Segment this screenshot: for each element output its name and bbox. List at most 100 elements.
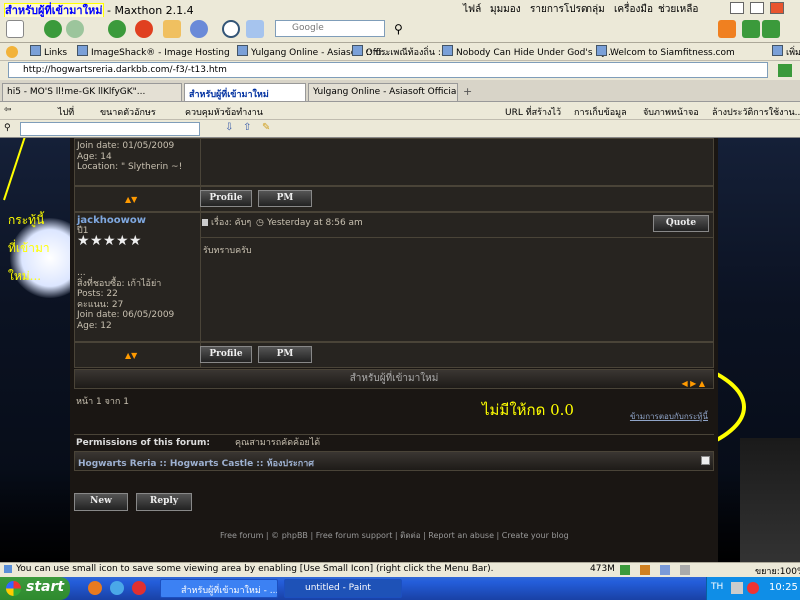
favorites-icon[interactable] — [6, 46, 18, 58]
quicklaunch-player-icon[interactable] — [132, 581, 146, 595]
pm-button[interactable]: PM — [258, 190, 312, 207]
language-indicator[interactable]: TH — [711, 582, 723, 592]
back-small-icon[interactable]: ⇦ — [4, 105, 12, 115]
download-icon[interactable] — [620, 565, 630, 575]
saved-url-button[interactable]: URL ที่สร้างไว้ — [505, 105, 561, 119]
menu-group[interactable]: กลุ่ม — [586, 2, 605, 17]
post1-profile: Join date: 01/05/2009 Age: 14 Location: … — [77, 141, 182, 173]
go-icon[interactable] — [778, 64, 792, 77]
post2-username[interactable]: jackhoowow — [77, 215, 146, 226]
pm-button[interactable]: PM — [258, 346, 312, 363]
menu-tools[interactable]: เครื่องมือ — [614, 2, 653, 17]
collapse-icon[interactable] — [701, 456, 710, 465]
maximize-button[interactable] — [750, 2, 764, 14]
nav-forward-green-icon[interactable] — [762, 20, 780, 38]
goto-button[interactable]: ไปที่ — [58, 105, 74, 119]
undo-close-icon[interactable] — [190, 20, 208, 38]
post-2: jackhoowow ปี1 ★★★★★ ... สิ่งที่ชอบซื้อ:… — [74, 212, 714, 342]
popup-block-icon[interactable] — [640, 565, 650, 575]
quote-button[interactable]: Quote — [653, 215, 709, 232]
menu-file[interactable]: ไฟล์ — [463, 2, 481, 17]
menu-favorites[interactable]: รายการโปรด — [530, 2, 587, 17]
footer-link[interactable]: Report an abuse — [428, 531, 494, 540]
footer-link[interactable]: Free forum — [220, 531, 263, 540]
taskbar-item-maxthon[interactable]: สำหรับผู้ที่เข้ามาใหม่ - ... — [160, 579, 278, 598]
forward-icon[interactable] — [66, 20, 84, 38]
profile-button[interactable]: Profile — [200, 190, 252, 207]
data-save-button[interactable]: การเก็บข้อมูล — [574, 105, 627, 119]
new-topic-button[interactable]: New — [74, 493, 128, 511]
links-label[interactable]: Links — [30, 45, 67, 58]
find-bar: ⚲ ⇩ ⇧ ✎ — [0, 120, 800, 138]
link-tradition[interactable]: :: ประเพณีท้องถิ่น :: — [352, 45, 444, 59]
main-toolbar: Google ⚲ — [0, 17, 800, 43]
url-input[interactable]: http://hogwartsreria.darkbb.com/-f3/-t13… — [8, 62, 768, 78]
add-link[interactable]: เพิ่ม — [772, 45, 800, 59]
link-siamfitness[interactable]: Welcom to Siamfitness.com — [596, 45, 735, 58]
font-size-button[interactable]: ขนาดตัวอักษร — [100, 105, 156, 119]
link-nobody[interactable]: Nobody Can Hide Under God's Ey... — [442, 45, 614, 58]
settings-icon[interactable] — [680, 565, 690, 575]
find-input[interactable] — [20, 122, 200, 136]
window-titlebar[interactable]: สำหรับผู้ที่เข้ามาใหม่ - Maxthon 2.1.4 ไ… — [0, 0, 800, 18]
screenshot-button[interactable]: จับภาพหน้าจอ — [643, 105, 699, 119]
reply-button[interactable]: Reply — [136, 493, 192, 511]
nav-arrows-icon[interactable]: ◀ ▶ ▲ — [681, 375, 705, 393]
screen-icon[interactable] — [246, 20, 264, 38]
breadcrumb[interactable]: Hogwarts Reria :: Hogwarts Castle :: ห้อ… — [78, 456, 314, 470]
category-bar: สำหรับผู้ที่เข้ามาใหม่ ◀ ▶ ▲ — [74, 369, 714, 389]
home-icon[interactable] — [163, 20, 181, 38]
new-tab-icon[interactable]: + — [463, 85, 472, 98]
proxy-icon[interactable] — [660, 565, 670, 575]
category-title[interactable]: สำหรับผู้ที่เข้ามาใหม่ — [350, 373, 439, 384]
scroll-top-icon[interactable]: ▲▼ — [125, 195, 137, 204]
profile-button[interactable]: Profile — [200, 346, 252, 363]
clear-history-button[interactable]: ล้างประวัติการใช้งาน... — [712, 105, 800, 119]
scroll-top-icon[interactable]: ▲▼ — [125, 351, 137, 360]
menu-view[interactable]: มุมมอง — [490, 2, 521, 17]
quicklaunch-ie-icon[interactable] — [110, 581, 124, 595]
quicklaunch-browser-icon[interactable] — [88, 581, 102, 595]
tab-yulgang[interactable]: Yulgang Online - Asiasoft Official... — [308, 83, 458, 101]
clock-icon: ◷ — [256, 218, 264, 228]
menu-help[interactable]: ช่วยเหลือ — [658, 2, 698, 17]
window-title-highlight: สำหรับผู้ที่เข้ามาใหม่ — [4, 3, 104, 18]
refresh-icon[interactable] — [108, 20, 126, 38]
footer-link[interactable]: ติดต่อ — [400, 531, 420, 540]
forum-container: Join date: 01/05/2009 Age: 14 Location: … — [70, 138, 718, 562]
tray-antivirus-icon[interactable] — [747, 582, 759, 594]
search-icon[interactable]: ⚲ — [394, 22, 403, 36]
link-imageshack[interactable]: ImageShack® - Image Hosting — [77, 45, 230, 58]
post-1-footer: ▲▼ Profile PM — [74, 186, 714, 212]
taskbar: start สำหรับผู้ที่เข้ามาใหม่ - ... untit… — [0, 577, 800, 600]
page-content: กระทู้นี้ ที่เข้ามา ใหม่... Join date: 0… — [0, 138, 800, 562]
tab-hi5[interactable]: hi5 - MO'S ll!me-GK llKlfyGK"... — [2, 83, 182, 101]
footer-link[interactable]: Create your blog — [502, 531, 569, 540]
back-icon[interactable] — [44, 20, 62, 38]
new-page-icon[interactable] — [6, 20, 24, 38]
footer-link[interactable]: © phpBB — [271, 531, 308, 540]
memory-indicator[interactable]: 473M — [590, 564, 615, 574]
minimize-button[interactable] — [730, 2, 744, 14]
post1-join-date: Join date: 01/05/2009 — [77, 141, 175, 151]
highlight-icon[interactable]: ✎ — [262, 122, 270, 133]
find-next-icon[interactable]: ⇩ — [225, 122, 233, 133]
stop-icon[interactable] — [135, 20, 153, 38]
search-input[interactable]: Google — [275, 20, 385, 37]
tab-control-button[interactable]: ควบคุมหัวข้อทำงาน — [185, 105, 263, 119]
taskbar-item-paint[interactable]: untitled - Paint — [284, 579, 402, 598]
close-button[interactable] — [770, 2, 784, 14]
tray-network-icon[interactable] — [731, 582, 743, 594]
post2-profile-line: สิ่งที่ชอบซื้อ: เก้าไอ้ย่า — [77, 278, 162, 289]
find-prev-icon[interactable]: ⇧ — [243, 122, 251, 133]
jump-link[interactable]: ข้ามการตอบกับกระทู้นี้ — [630, 410, 708, 423]
footer-links: Free forum | © phpBB | Free forum suppor… — [220, 531, 569, 540]
rss-icon[interactable] — [718, 20, 736, 38]
footer-link[interactable]: Free forum support — [316, 531, 393, 540]
info-icon — [4, 565, 12, 573]
zoom-level[interactable]: ขยาย:100% — [755, 564, 800, 578]
history-icon[interactable] — [222, 20, 240, 38]
permissions-value: คุณสามารถคัดค้อยได้ — [235, 438, 321, 448]
nav-back-green-icon[interactable] — [742, 20, 760, 38]
tab-newcomers[interactable]: สำหรับผู้ที่เข้ามาใหม่ — [184, 83, 306, 101]
